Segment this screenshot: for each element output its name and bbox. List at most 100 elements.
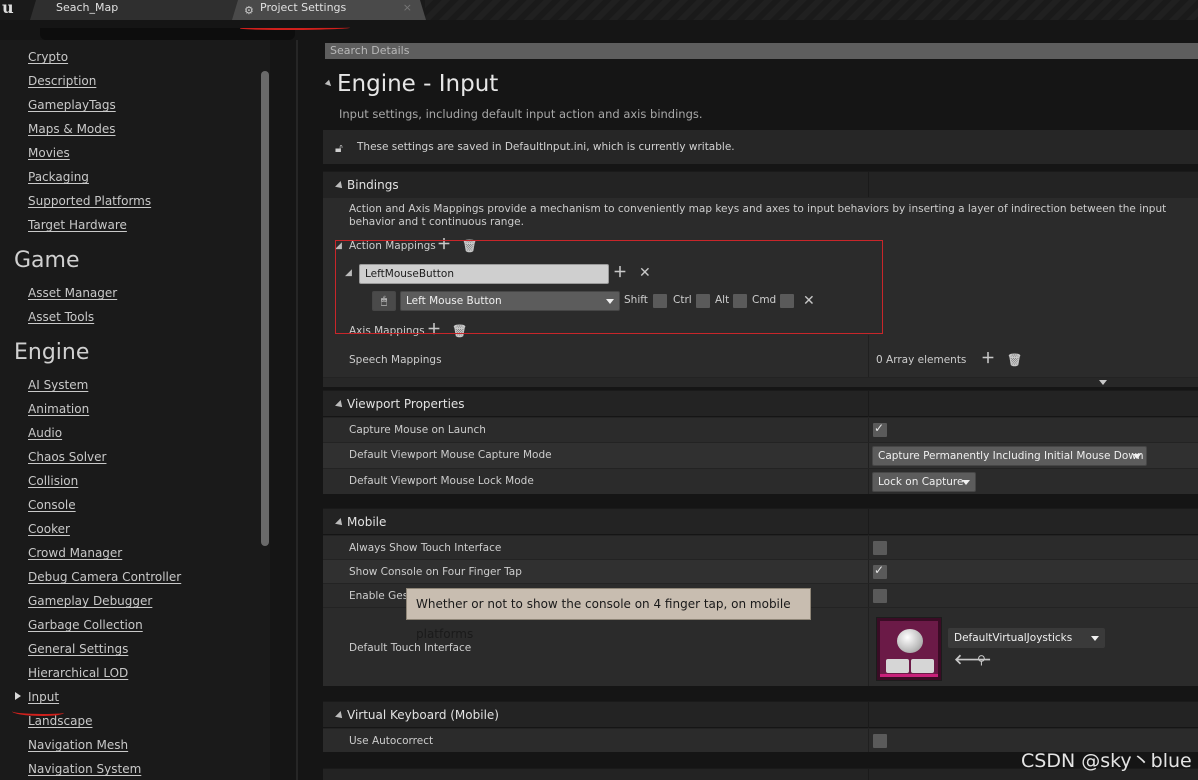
setting-label: Always Show Touch Interface [349,542,502,554]
column-split [868,509,869,535]
sidebar-item-ai-system[interactable]: AI System [28,378,88,392]
watermark: CSDN @sky丶blue [1021,750,1192,772]
sidebar-item-asset-tools[interactable]: Asset Tools [28,310,94,324]
always-touch-checkbox[interactable] [873,541,887,555]
add-icon[interactable]: ＋ [981,352,995,366]
speech-mappings-label: Speech Mappings [349,354,442,366]
tab-seach-map[interactable]: Seach_Map [30,0,238,20]
column-split [868,335,869,378]
use-selected-arrow-icon[interactable]: 🡐 [954,653,992,667]
delete-icon[interactable]: 🗑︎ [1007,353,1022,367]
sidebar-item-crypto[interactable]: Crypto [28,50,68,64]
sidebar-item-animation[interactable]: Animation [28,402,89,416]
joystick-preview [880,621,938,677]
setting-label: Default Viewport Mouse Lock Mode [349,475,534,487]
sidebar-item-garbage-collection[interactable]: Garbage Collection [28,618,143,632]
four-finger-console-checkbox[interactable] [873,563,887,579]
selected-arrow-icon [15,692,21,700]
config-info-bar: 🔓︎ These settings are saved in DefaultIn… [323,130,1198,164]
unlock-icon: 🔓︎ [335,141,343,155]
sidebar-item-console[interactable]: Console [28,498,76,512]
expand-advanced-icon [1099,380,1107,385]
category-label: Bindings [347,178,399,192]
unreal-logo-icon: u [2,0,14,17]
sidebar-item-crowd-manager[interactable]: Crowd Manager [28,546,122,560]
advanced-expander[interactable] [323,377,1198,387]
sidebar-item-audio[interactable]: Audio [28,426,62,440]
tab-bar: u Seach_Map ⚙ Project Settings × [0,0,1198,20]
section-engine: Engine [14,340,90,365]
column-split [868,584,869,607]
tab-bar-background [425,0,1198,20]
tab-label: Project Settings [260,1,347,14]
button-pad-icon [886,659,909,673]
setting-row: Capture Mouse on Launch [323,417,1198,442]
details-panel: Search Details Engine - Input Input sett… [298,40,1198,780]
tab-project-settings[interactable]: ⚙ Project Settings × [232,0,426,20]
sidebar-item-gameplay-debugger[interactable]: Gameplay Debugger [28,594,152,608]
sidebar-item-chaos-solver[interactable]: Chaos Solver [28,450,106,464]
enable-gesture-checkbox[interactable] [873,589,887,603]
category-viewport-properties[interactable]: Viewport Properties [323,390,1198,417]
tab-label: Seach_Map [56,1,119,14]
sidebar-item-maps-modes[interactable]: Maps & Modes [28,122,116,136]
category-label: Mobile [347,515,387,529]
lock-mode-dropdown[interactable]: Lock on Capture [872,472,976,492]
category-virtual-keyboard[interactable]: Virtual Keyboard (Mobile) [323,701,1198,728]
collapse-arrow-icon [335,181,345,191]
capture-mouse-checkbox[interactable] [873,421,887,437]
category-mobile[interactable]: Mobile [323,508,1198,535]
tab-close-icon[interactable]: × [403,0,412,16]
sidebar-item-navigation-system[interactable]: Navigation System [28,762,141,776]
sidebar-item-debug-camera-controller[interactable]: Debug Camera Controller [28,570,181,584]
sidebar-item-cooker[interactable]: Cooker [28,522,70,536]
column-split [868,469,869,494]
sidebar-item-landscape[interactable]: Landscape [28,714,92,728]
sidebar-item-description[interactable]: Description [28,74,96,88]
capture-mode-dropdown[interactable]: Capture Permanently Including Initial Mo… [872,446,1147,466]
sidebar-item-input[interactable]: Input [28,690,59,704]
collapse-arrow-icon [335,518,345,528]
category-label: Viewport Properties [347,397,465,411]
settings-gear-icon: ⚙ [244,4,254,17]
sidebar-item-asset-manager[interactable]: Asset Manager [28,286,117,300]
sidebar-item-supported-platforms[interactable]: Supported Platforms [28,194,151,208]
button-pad-icon [911,659,934,673]
bindings-description: Action and Axis Mappings provide a mecha… [349,203,1167,228]
column-split [868,536,869,559]
touch-interface-thumbnail[interactable] [876,617,942,681]
dropdown-value: DefaultVirtualJoysticks [954,632,1073,644]
touch-interface-dropdown[interactable]: DefaultVirtualJoysticks [948,628,1105,648]
setting-label: Show Console on Four Finger Tap [349,566,522,578]
sidebar-item-collision[interactable]: Collision [28,474,78,488]
collapse-arrow-icon [335,711,345,721]
sidebar-item-gameplaytags[interactable]: GameplayTags [28,98,116,112]
column-split [868,443,869,468]
category-bindings[interactable]: Bindings [323,171,1198,198]
sidebar-item-general-settings[interactable]: General Settings [28,642,128,656]
tooltip: Whether or not to show the console on 4 … [406,588,811,641]
search-details-input[interactable]: Search Details [325,43,1198,59]
setting-label: Capture Mouse on Launch [349,424,486,436]
sidebar-item-navigation-mesh[interactable]: Navigation Mesh [28,738,128,752]
column-split [868,391,869,417]
joystick-knob-icon [897,629,923,653]
sidebar-item-hierarchical-lod[interactable]: Hierarchical LOD [28,666,128,680]
autocorrect-checkbox[interactable] [873,734,887,748]
sidebar-scrollbar[interactable] [261,71,269,546]
setting-row: Default Viewport Mouse Capture Mode Capt… [323,442,1198,468]
column-split [868,608,869,686]
setting-row: Always Show Touch Interface [323,535,1198,559]
collapse-arrow-icon[interactable] [324,79,334,89]
red-annotation-underline [240,26,350,30]
sidebar-item-packaging[interactable]: Packaging [28,170,89,184]
config-info-text: These settings are saved in DefaultInput… [357,141,735,153]
page-title: Engine - Input [337,71,499,97]
column-split [868,729,869,752]
sidebar-item-target-hardware[interactable]: Target Hardware [28,218,127,232]
browse-search-icon[interactable]: ⚲ [977,653,986,667]
sidebar-item-movies[interactable]: Movies [28,146,70,160]
setting-row: Show Console on Four Finger Tap [323,559,1198,583]
chevron-down-icon [962,480,970,485]
chevron-down-icon [1133,454,1141,459]
